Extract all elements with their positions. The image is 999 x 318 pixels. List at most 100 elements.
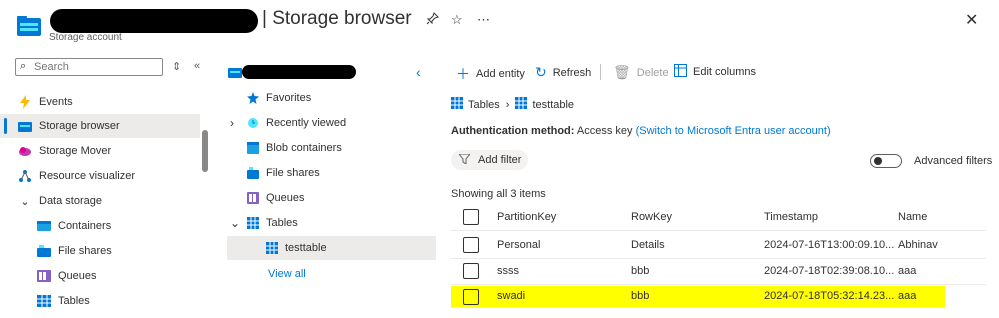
search-icon: ⌕ — [20, 60, 27, 72]
columns-icon — [674, 64, 687, 80]
auth-value: Access key — [576, 125, 633, 137]
tree-selected-row — [227, 236, 436, 260]
redacted-account-node — [242, 65, 356, 79]
add-filter-label: Add filter — [478, 154, 522, 166]
refresh-icon: ↻ — [535, 64, 547, 80]
cell-partitionkey: Personal — [497, 239, 541, 251]
nav-label: Containers — [58, 220, 112, 232]
breadcrumb-root[interactable]: Tables — [468, 99, 500, 111]
page-header: | Storage browser Storage account ☆ ⋯ ✕ — [0, 0, 999, 52]
nav-containers[interactable]: Containers — [0, 214, 200, 238]
edit-columns-button[interactable]: Edit columns — [674, 64, 756, 80]
auth-label: Authentication method: — [451, 125, 575, 137]
search-input[interactable] — [34, 60, 159, 74]
storage-account-icon — [17, 14, 41, 36]
chevron-down-icon[interactable]: ⌄ — [230, 211, 240, 235]
nav-queues[interactable]: Queues — [0, 264, 200, 288]
row-checkbox[interactable] — [463, 263, 479, 279]
nav-label: Events — [39, 96, 73, 108]
refresh-label: Refresh — [552, 66, 592, 79]
storage-icon — [18, 119, 32, 133]
refresh-button[interactable]: ↻ Refresh — [535, 64, 591, 81]
chevron-down-icon: ⌄ — [20, 195, 30, 208]
column-header[interactable]: RowKey — [631, 211, 672, 223]
collapse-tree-icon[interactable]: ‹ — [416, 64, 421, 80]
filter-icon — [457, 153, 472, 167]
cell-timestamp: 2024-07-18T05:32:14.23... — [764, 290, 895, 302]
select-all-checkbox[interactable] — [463, 209, 479, 225]
table-icon — [515, 97, 528, 112]
queue-icon — [37, 269, 51, 283]
nav-storage-browser[interactable]: Storage browser — [0, 114, 200, 138]
cell-rowkey: Details — [631, 239, 665, 251]
graph-icon — [18, 169, 32, 183]
row-checkbox[interactable] — [463, 237, 479, 253]
table-icon — [246, 216, 260, 230]
auth-method: Authentication method: Access key (Switc… — [451, 125, 831, 137]
tree-file-shares[interactable]: File shares — [246, 161, 320, 185]
tree-label: Favorites — [266, 92, 312, 104]
add-filter-button[interactable]: Add filter — [451, 150, 528, 170]
cell-name: aaa — [898, 290, 917, 302]
table-icon — [451, 97, 463, 112]
tree-queues[interactable]: Queues — [246, 186, 305, 210]
advanced-filters-label: Advanced filters — [914, 155, 993, 167]
advanced-filters-toggle[interactable] — [870, 154, 902, 168]
tree-label: File shares — [266, 167, 320, 179]
column-header[interactable]: Name — [898, 211, 927, 223]
table-icon — [265, 241, 279, 255]
plus-icon: ＋ — [456, 66, 470, 82]
cell-partitionkey: ssss — [497, 265, 519, 277]
nav-label: Queues — [58, 270, 97, 282]
nav-file-shares[interactable]: File shares — [0, 239, 200, 263]
tree-blob-containers[interactable]: Blob containers — [246, 136, 342, 160]
more-icon[interactable]: ⋯ — [477, 12, 490, 28]
table-row[interactable]: Personal Details 2024-07-16T13:00:09.10.… — [451, 233, 986, 259]
tree-testtable[interactable]: testtable — [265, 236, 327, 260]
toolbar-divider — [600, 64, 601, 80]
switch-auth-link[interactable]: (Switch to Microsoft Entra user account) — [636, 125, 831, 137]
column-header[interactable]: Timestamp — [764, 211, 818, 223]
cell-name: Abhinav — [898, 239, 938, 251]
nav-tables[interactable]: Tables — [0, 289, 200, 313]
collapse-menu-icon[interactable]: « — [194, 60, 200, 72]
nav-data-storage[interactable]: ⌄ Data storage — [0, 189, 200, 213]
nav-label: File shares — [58, 245, 112, 257]
view-all-link[interactable]: View all — [268, 268, 306, 280]
search-field[interactable]: ⌕ — [15, 58, 163, 76]
cell-timestamp: 2024-07-18T02:39:08.10... — [764, 265, 895, 277]
column-header[interactable]: PartitionKey — [497, 211, 556, 223]
tree-recently-viewed[interactable]: Recently viewed — [246, 111, 346, 135]
add-entity-button[interactable]: ＋ Add entity — [456, 64, 525, 84]
page-subtitle: Storage account — [49, 32, 122, 43]
delete-label: Delete — [636, 66, 669, 79]
star-icon[interactable]: ☆ — [451, 12, 463, 28]
row-checkbox[interactable] — [463, 289, 479, 305]
nav-events[interactable]: Events — [0, 90, 200, 114]
add-entity-label: Add entity — [476, 68, 525, 80]
pin-icon[interactable] — [426, 12, 439, 28]
close-icon[interactable]: ✕ — [965, 10, 978, 30]
chevron-right-icon[interactable]: › — [230, 111, 234, 135]
table-row[interactable]: ssss bbb 2024-07-18T02:39:08.10... aaa — [451, 259, 986, 285]
nav-storage-mover[interactable]: Storage Mover — [0, 139, 200, 163]
nav-resource-visualizer[interactable]: Resource visualizer — [0, 164, 200, 188]
table-icon — [37, 294, 51, 308]
chevron-right-icon: › — [505, 98, 510, 111]
account-icon — [228, 60, 242, 84]
sort-icon[interactable]: ⇕ — [172, 60, 181, 73]
table-row[interactable]: swadi bbb 2024-07-18T05:32:14.23... aaa — [451, 286, 945, 308]
nav-label: Data storage — [39, 195, 102, 207]
clock-icon — [246, 116, 260, 130]
nav-label: Resource visualizer — [39, 170, 135, 182]
left-nav-scrollbar[interactable] — [202, 130, 208, 172]
delete-button[interactable]: 🗑 Delete — [613, 64, 669, 81]
tree-favorites[interactable]: Favorites — [246, 86, 311, 110]
tree-label: testtable — [285, 242, 327, 254]
tree-tables[interactable]: Tables — [246, 211, 298, 235]
container-icon — [37, 219, 51, 233]
cell-timestamp: 2024-07-16T13:00:09.10... — [764, 239, 895, 251]
nav-label: Tables — [58, 295, 90, 307]
breadcrumb-current: testtable — [532, 98, 575, 111]
blob-icon — [246, 141, 260, 155]
